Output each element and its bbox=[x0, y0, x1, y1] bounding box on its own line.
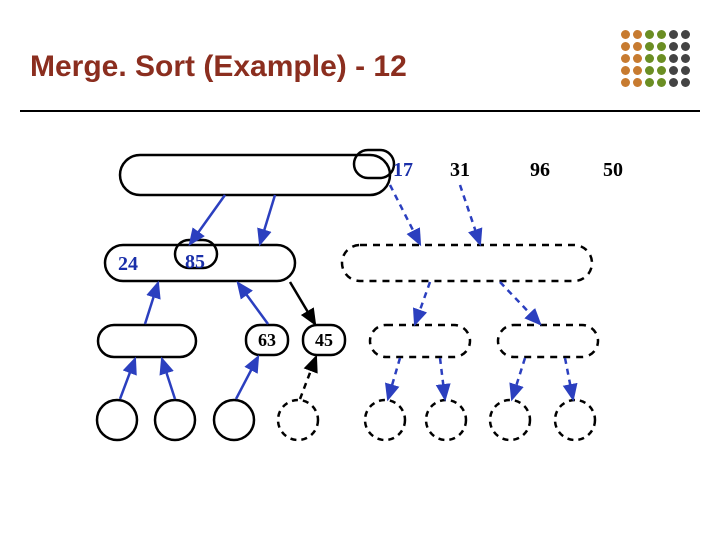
leaf-5 bbox=[365, 400, 405, 440]
leaf-4 bbox=[278, 400, 318, 440]
arrow-L2r-L3e bbox=[500, 282, 540, 324]
value-50: 50 bbox=[603, 159, 623, 181]
value-63: 63 bbox=[258, 330, 276, 350]
value-24: 24 bbox=[118, 253, 138, 275]
value-31: 31 bbox=[450, 159, 470, 181]
node-L3-4 bbox=[370, 325, 470, 357]
node-L3-5 bbox=[498, 325, 598, 357]
arrow-L2-L3c bbox=[290, 282, 315, 324]
arrow-leaf6 bbox=[440, 358, 445, 399]
leaf-1 bbox=[97, 400, 137, 440]
arrow-L3-L2b bbox=[238, 283, 268, 324]
leaf-8 bbox=[555, 400, 595, 440]
arrow-top-L2a bbox=[190, 195, 225, 244]
node-top bbox=[120, 155, 390, 195]
arrow-leaf5 bbox=[388, 358, 400, 399]
node-L3-1 bbox=[98, 325, 196, 357]
arrow-top-L2d bbox=[460, 185, 480, 244]
value-45: 45 bbox=[315, 330, 333, 350]
leaf-6 bbox=[426, 400, 466, 440]
leaf-7 bbox=[490, 400, 530, 440]
arrow-leaf1 bbox=[120, 359, 135, 399]
arrow-leaf7 bbox=[512, 358, 525, 399]
arrow-L2r-L3d bbox=[415, 282, 430, 324]
arrow-top-L2c bbox=[390, 185, 420, 244]
value-17: 17 bbox=[393, 159, 413, 181]
node-L2-right bbox=[342, 245, 592, 281]
arrow-top-L2b bbox=[260, 195, 275, 244]
merge-sort-tree: 17 31 96 50 24 85 63 45 bbox=[0, 0, 720, 540]
leaf-2 bbox=[155, 400, 195, 440]
value-85: 85 bbox=[185, 251, 205, 273]
arrow-leaf2 bbox=[162, 359, 175, 399]
value-96: 96 bbox=[530, 159, 550, 181]
arrow-leaf8 bbox=[565, 358, 573, 399]
arrow-L3-L2a bbox=[145, 283, 158, 324]
leaf-3 bbox=[214, 400, 254, 440]
arrow-leaf3 bbox=[236, 357, 258, 399]
arrow-leaf4 bbox=[300, 357, 316, 399]
